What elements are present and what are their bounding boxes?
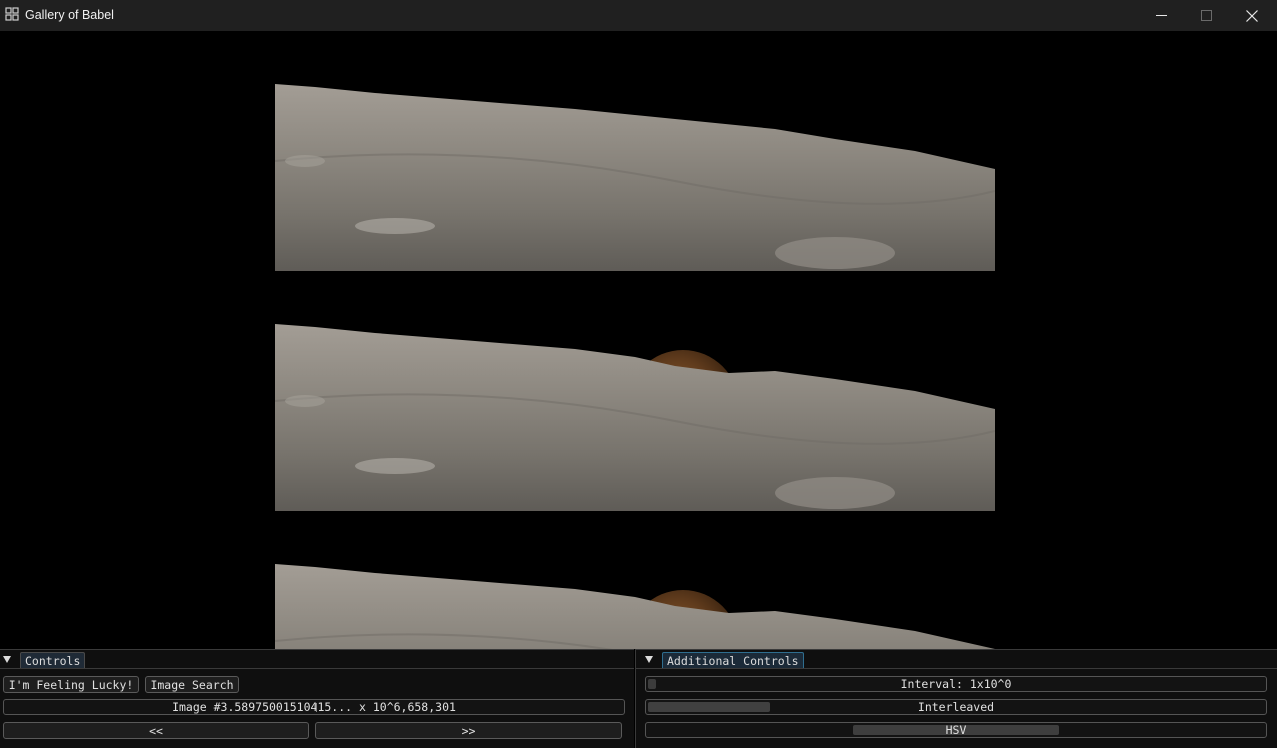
previous-button[interactable]: << (3, 722, 309, 739)
title-bar: Gallery of Babel (0, 0, 1277, 32)
mode-label: Interleaved (917, 700, 995, 714)
lunar-horizon-frame-1 (275, 81, 995, 271)
mode-slider[interactable]: Interleaved (645, 699, 1267, 715)
color-space-selector[interactable]: HSV (645, 722, 1267, 738)
app-icon (5, 7, 19, 21)
color-space-label: HSV (945, 723, 967, 737)
maximize-button[interactable] (1183, 0, 1229, 31)
tab-additional-controls[interactable]: Additional Controls (662, 652, 804, 669)
feeling-lucky-button[interactable]: I'm Feeling Lucky! (3, 676, 139, 693)
panel-divider (0, 668, 634, 669)
interval-label: Interval: 1x10^0 (900, 677, 1012, 691)
mode-slider-fill (648, 702, 770, 712)
text-cursor (316, 703, 317, 712)
maximize-icon (1200, 10, 1212, 21)
minimize-icon (1155, 15, 1167, 16)
lunar-horizon-frame-2 (275, 321, 995, 511)
tab-controls[interactable]: Controls (20, 652, 86, 669)
image-index-text: Image #3.58975001510415... x 10^6,658,30… (172, 700, 456, 714)
additional-controls-panel: Additional Controls Interval: 1x10^0 Int… (635, 649, 1277, 748)
minimize-button[interactable] (1138, 0, 1184, 31)
collapse-arrow-icon[interactable] (645, 656, 653, 663)
interval-slider-grab[interactable] (648, 679, 656, 689)
lunar-horizon-frame-3 (275, 561, 995, 649)
collapse-arrow-icon[interactable] (3, 656, 11, 663)
next-button[interactable]: >> (315, 722, 622, 739)
image-index-field[interactable]: Image #3.58975001510415... x 10^6,658,30… (3, 699, 625, 715)
image-viewport[interactable] (0, 31, 1277, 649)
interval-slider[interactable]: Interval: 1x10^0 (645, 676, 1267, 692)
panel-divider (636, 668, 1277, 669)
close-icon (1246, 9, 1258, 22)
image-search-button[interactable]: Image Search (145, 676, 239, 693)
window-title: Gallery of Babel (25, 8, 114, 22)
close-button[interactable] (1229, 0, 1275, 31)
controls-panel: Controls I'm Feeling Lucky! Image Search… (0, 649, 634, 748)
